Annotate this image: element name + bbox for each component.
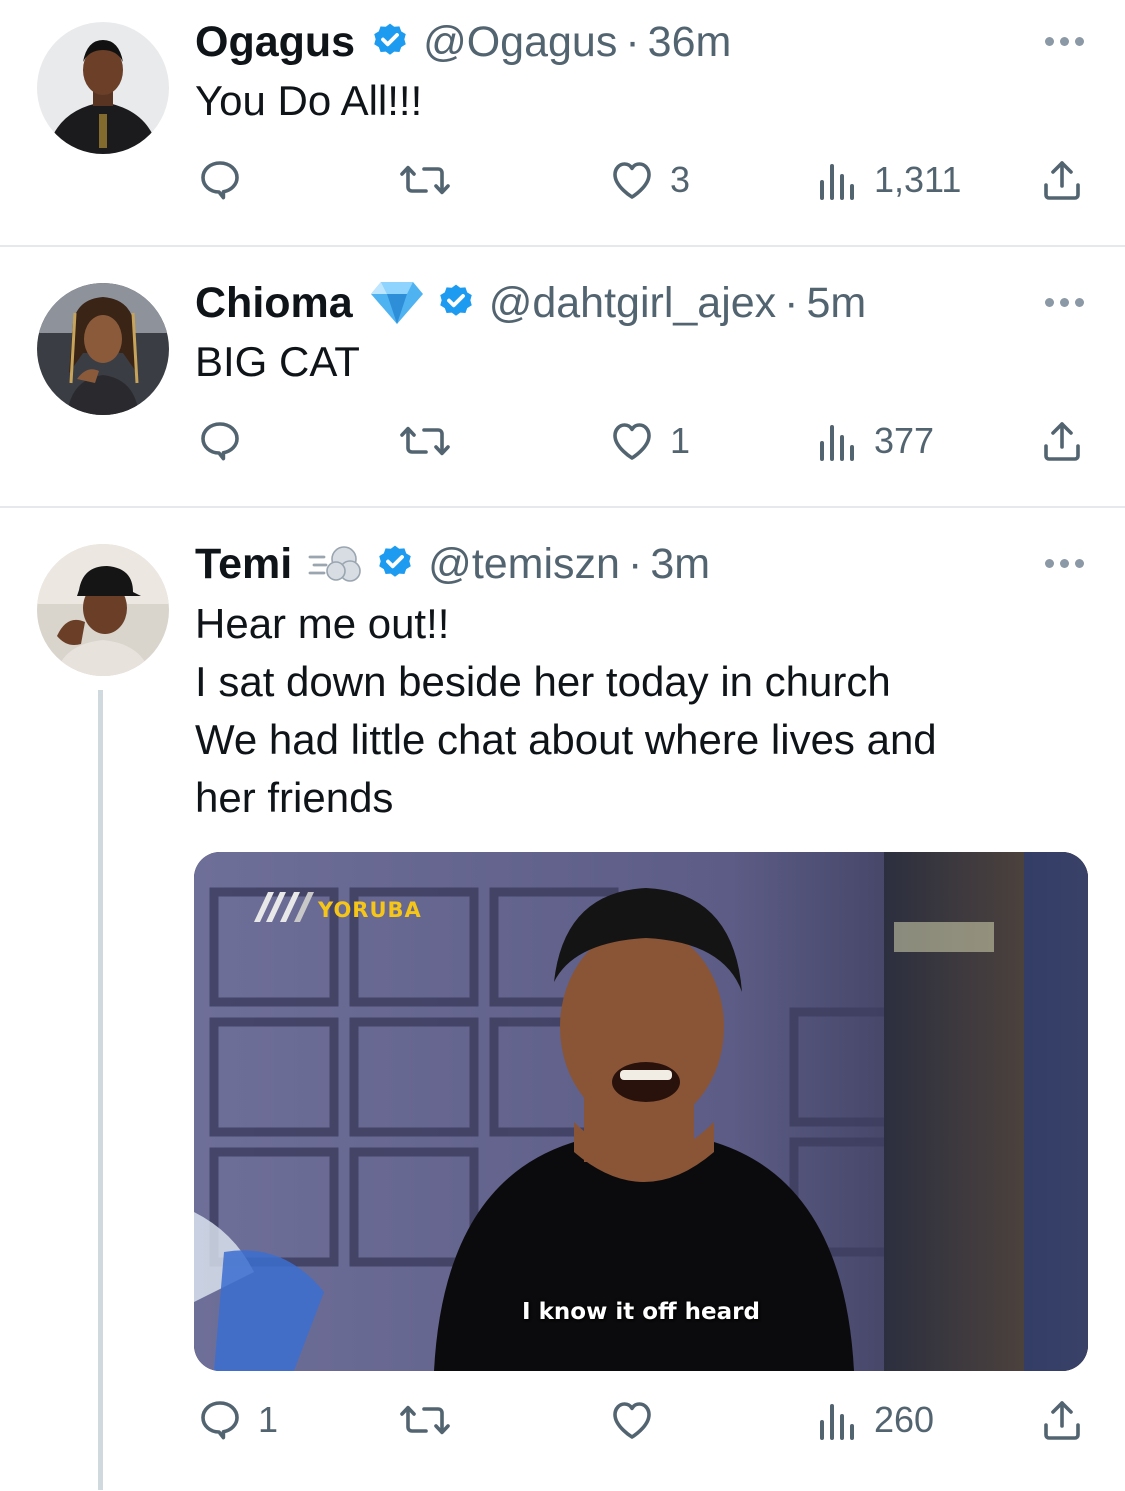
retweet-icon xyxy=(400,1405,450,1435)
display-name[interactable]: Temi xyxy=(195,542,292,586)
reply-icon xyxy=(201,1401,239,1440)
views-button[interactable]: 260 xyxy=(816,1396,934,1444)
am-logo-icon xyxy=(254,892,314,922)
analytics-icon xyxy=(820,1404,854,1440)
separator-dot: · xyxy=(627,539,643,588)
like-button[interactable] xyxy=(608,1396,670,1444)
channel-logo-text: YORUBA xyxy=(318,898,422,922)
share-icon xyxy=(1044,1401,1080,1440)
video-subtitle: I know it off heard xyxy=(522,1299,760,1325)
thread-line xyxy=(98,690,103,1490)
retweet-button[interactable] xyxy=(398,1396,466,1444)
channel-logo: YORUBA xyxy=(254,892,422,922)
tweet-text: Hear me out!! I sat down beside her toda… xyxy=(195,595,937,827)
tweet-text-line: Hear me out!! xyxy=(195,600,450,647)
tweet-temi[interactable]: Temi @temiszn · 3m Hear me out!! I sat d… xyxy=(0,0,1125,1491)
share-button[interactable] xyxy=(1038,1396,1086,1444)
more-options-icon[interactable] xyxy=(1045,559,1084,568)
user-handle[interactable]: @temiszn xyxy=(428,542,620,586)
reply-count: 1 xyxy=(258,1399,279,1440)
verified-badge-icon xyxy=(374,543,416,585)
heart-icon xyxy=(613,1402,651,1439)
tweet-text-line: I sat down beside her today in church xyxy=(195,658,891,705)
tweet-media-image[interactable]: YORUBA I know it off heard xyxy=(194,852,1088,1371)
tweet-text-line: her friends xyxy=(195,774,394,821)
tweet-actions: 1 260 xyxy=(0,1396,1125,1446)
dash-icon xyxy=(308,541,364,587)
avatar-temi[interactable] xyxy=(37,544,169,676)
views-count: 260 xyxy=(874,1399,935,1440)
tweet-text-line: We had little chat about where lives and xyxy=(195,716,937,763)
reply-button[interactable]: 1 xyxy=(196,1396,278,1444)
tweet-time[interactable]: 3m xyxy=(650,542,710,586)
tweet-header: Temi @temiszn · 3m xyxy=(195,534,710,594)
